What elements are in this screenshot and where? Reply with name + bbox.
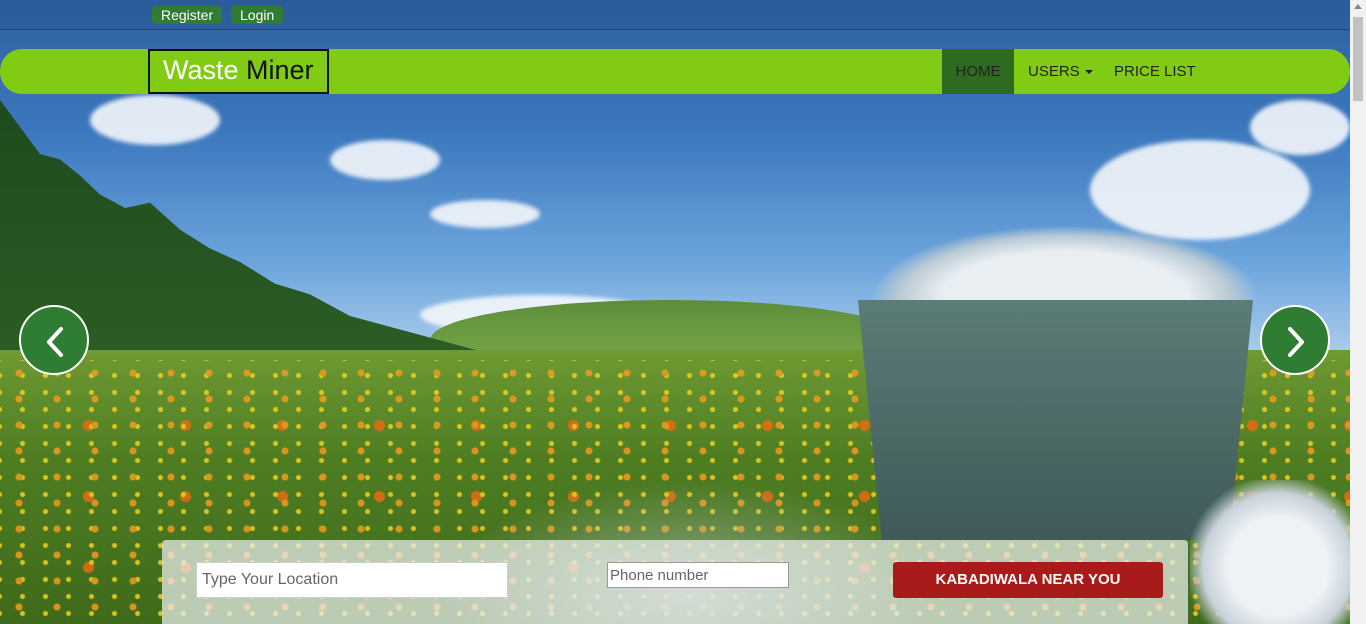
- nav-users-dropdown[interactable]: USERS: [1028, 49, 1093, 94]
- navbar: Waste Miner HOME USERS PRICE LIST: [0, 49, 1350, 94]
- nav-price-list[interactable]: PRICE LIST: [1114, 49, 1196, 94]
- find-kabadiwala-button[interactable]: KABADIWALA NEAR YOU: [893, 562, 1163, 598]
- nav-users-label: USERS: [1028, 63, 1080, 80]
- brand-part1: Waste: [163, 55, 239, 85]
- carousel-prev-button[interactable]: [19, 305, 89, 375]
- scroll-thumb[interactable]: [1353, 17, 1363, 101]
- carousel-next-button[interactable]: [1260, 305, 1330, 375]
- scroll-up-arrow-icon[interactable]: [1354, 4, 1362, 9]
- chevron-right-icon: [1288, 327, 1304, 357]
- cloud: [330, 140, 440, 180]
- brand-part2: Miner: [246, 55, 314, 85]
- nav-home[interactable]: HOME: [942, 49, 1014, 94]
- caret-down-icon: [1084, 70, 1093, 75]
- litter-pile: [1190, 480, 1366, 624]
- cloud: [430, 200, 540, 228]
- phone-input[interactable]: [607, 562, 789, 588]
- scrollbar[interactable]: [1350, 0, 1366, 624]
- search-panel: KABADIWALA NEAR YOU: [162, 540, 1188, 624]
- cloud: [1250, 100, 1350, 155]
- cloud: [1090, 140, 1310, 240]
- location-input[interactable]: [196, 562, 508, 598]
- register-button[interactable]: Register: [152, 6, 223, 24]
- login-button[interactable]: Login: [231, 6, 284, 24]
- chevron-left-icon: [47, 327, 63, 357]
- brand-logo[interactable]: Waste Miner: [148, 49, 329, 94]
- auth-bar: Register Login: [0, 0, 1350, 30]
- cloud: [90, 95, 220, 145]
